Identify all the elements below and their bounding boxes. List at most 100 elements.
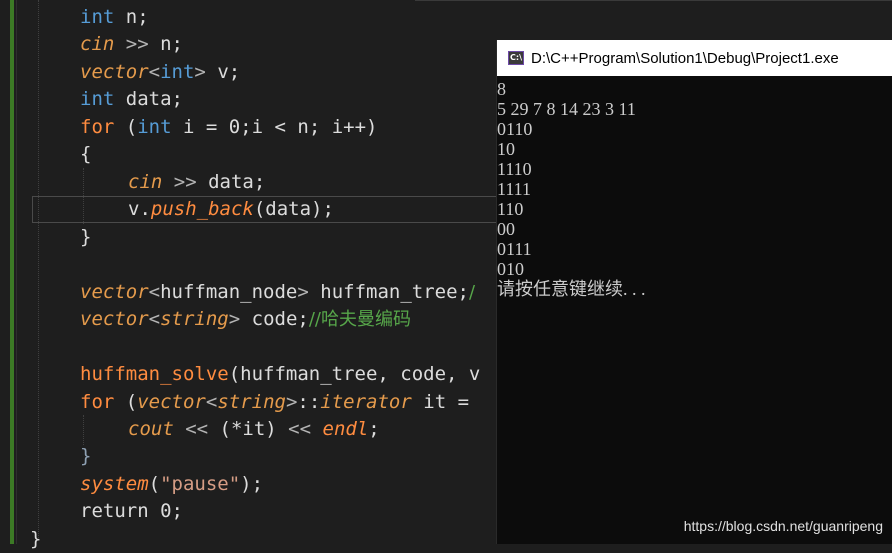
code-token: int bbox=[137, 116, 172, 138]
code-token: huffman_node bbox=[160, 281, 298, 303]
code-token: (huffman_tree, code, v bbox=[228, 363, 481, 385]
code-token: vector bbox=[80, 281, 149, 303]
code-line[interactable]: vector<huffman_node> huffman_tree;/ bbox=[80, 279, 475, 306]
code-token: endl bbox=[322, 418, 369, 440]
code-token: huffman_tree; bbox=[308, 281, 469, 303]
code-line[interactable]: cin >> data; bbox=[128, 169, 265, 196]
code-token: data; bbox=[114, 88, 183, 110]
code-token: n; bbox=[160, 33, 183, 55]
code-token: for bbox=[80, 116, 115, 138]
code-token: (*it) bbox=[219, 418, 277, 440]
code-token: int bbox=[80, 88, 115, 110]
console-line: 010 bbox=[497, 259, 524, 279]
console-line: 0111 bbox=[497, 239, 532, 259]
code-token: vector bbox=[80, 308, 149, 330]
code-line[interactable]: cout << (*it) << endl; bbox=[128, 416, 380, 443]
code-token: > bbox=[228, 308, 241, 330]
code-token: vector bbox=[80, 61, 149, 83]
code-token: n; bbox=[114, 6, 149, 28]
console-title: D:\C++Program\Solution1\Debug\Project1.e… bbox=[531, 49, 839, 67]
code-token: > bbox=[297, 281, 309, 303]
code-line[interactable]: system("pause"); bbox=[80, 471, 263, 498]
code-line[interactable]: for (vector<string>::iterator it = bbox=[80, 389, 469, 416]
console-line: 5 29 7 8 14 23 3 11 bbox=[497, 99, 636, 119]
code-token: string bbox=[160, 308, 229, 330]
code-token: >> bbox=[162, 171, 209, 193]
watermark-text: https://blog.csdn.net/guanripeng bbox=[683, 518, 883, 534]
code-token: push_back bbox=[150, 198, 254, 220]
code-token: :: bbox=[297, 391, 321, 413]
console-line: 1111 bbox=[497, 179, 531, 199]
code-token: data; bbox=[208, 171, 266, 193]
code-token: //哈夫曼编码 bbox=[308, 309, 411, 330]
gutter-divider bbox=[16, 0, 17, 544]
change-indicator-bar bbox=[10, 0, 14, 544]
code-token: { bbox=[80, 143, 92, 165]
code-token: cin bbox=[80, 33, 115, 55]
code-line[interactable]: vector<int> v; bbox=[80, 59, 240, 86]
code-line[interactable]: { bbox=[80, 141, 91, 168]
code-token: ( bbox=[114, 116, 138, 138]
console-app-icon: C:\ bbox=[508, 51, 524, 65]
code-line[interactable]: for (int i = 0;i < n; i++) bbox=[80, 114, 377, 141]
code-token: / bbox=[468, 282, 476, 303]
code-line[interactable]: int data; bbox=[80, 86, 183, 113]
console-line: 8 bbox=[497, 79, 506, 99]
console-title-bar[interactable]: C:\ D:\C++Program\Solution1\Debug\Projec… bbox=[497, 40, 892, 76]
code-line[interactable]: } bbox=[80, 224, 91, 251]
console-output[interactable]: 8 5 29 7 8 14 23 3 11 0110 10 1110 1111 … bbox=[497, 79, 892, 299]
code-token: for bbox=[80, 391, 115, 413]
code-token: < bbox=[205, 391, 218, 413]
code-token: } bbox=[80, 226, 92, 248]
code-token: << bbox=[276, 418, 323, 440]
console-line: 10 bbox=[497, 139, 515, 159]
code-line[interactable]: } bbox=[80, 443, 91, 470]
console-line: 请按任意键继续. . . bbox=[497, 279, 646, 299]
code-token: ( bbox=[148, 473, 161, 495]
code-token: ( bbox=[114, 391, 138, 413]
console-line: 1110 bbox=[497, 159, 532, 179]
code-token: } bbox=[80, 445, 92, 467]
code-token: vector bbox=[137, 391, 206, 413]
code-line[interactable]: huffman_solve(huffman_tree, code, v bbox=[80, 361, 480, 388]
code-line[interactable]: cin >> n; bbox=[80, 31, 183, 58]
code-token: < bbox=[148, 281, 161, 303]
code-token: i = 0;i < n; i++) bbox=[171, 116, 378, 138]
code-token: v. bbox=[128, 198, 151, 220]
code-token: cin bbox=[128, 171, 163, 193]
code-token: > bbox=[285, 391, 298, 413]
console-line: 00 bbox=[497, 219, 515, 239]
console-line: 110 bbox=[497, 199, 524, 219]
code-token: < bbox=[148, 61, 161, 83]
code-token: system bbox=[80, 473, 149, 495]
code-token: ; bbox=[368, 418, 380, 440]
code-token: iterator bbox=[320, 391, 412, 413]
indent-guide bbox=[38, 0, 39, 540]
code-token: string bbox=[217, 391, 286, 413]
code-token: code; bbox=[240, 308, 309, 330]
code-token: "pause" bbox=[160, 473, 241, 495]
editor-top-edge bbox=[415, 0, 892, 6]
code-token: it = bbox=[411, 391, 470, 413]
code-line[interactable]: v.push_back(data); bbox=[128, 196, 334, 223]
code-token: int bbox=[80, 6, 115, 28]
code-line[interactable]: int n; bbox=[80, 4, 149, 31]
code-token: huffman_solve bbox=[80, 363, 229, 385]
code-token: v; bbox=[205, 61, 241, 83]
code-token: ); bbox=[240, 473, 264, 495]
code-token: << bbox=[173, 418, 220, 440]
console-line: 0110 bbox=[497, 119, 533, 139]
indent-guide bbox=[83, 415, 84, 445]
code-token: cout bbox=[128, 418, 174, 440]
code-token: > bbox=[194, 61, 206, 83]
code-token: int bbox=[160, 61, 195, 83]
console-window[interactable]: C:\ D:\C++Program\Solution1\Debug\Projec… bbox=[496, 40, 892, 544]
code-token: < bbox=[148, 308, 161, 330]
code-line[interactable]: return 0; bbox=[80, 498, 183, 525]
code-line[interactable]: vector<string> code;//哈夫曼编码 bbox=[80, 306, 411, 333]
code-token: } bbox=[30, 528, 42, 550]
code-token: >> bbox=[114, 33, 161, 55]
code-token: return 0; bbox=[80, 500, 183, 522]
code-line[interactable]: } bbox=[30, 526, 41, 553]
code-token: (data); bbox=[253, 198, 334, 220]
